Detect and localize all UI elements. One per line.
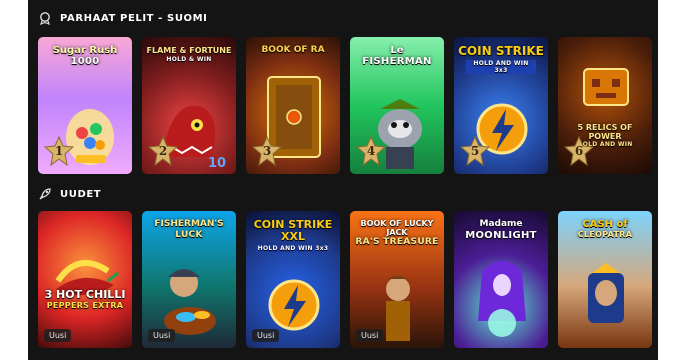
game-tile-book-of-ra[interactable]: BOOK OF RA 3 [246, 37, 340, 174]
game-title: FISHERMAN'S LUCK [154, 219, 224, 240]
game-title: Madame MOONLIGHT [465, 219, 537, 241]
trophy-icon [38, 11, 52, 25]
game-tile-sugar-rush[interactable]: Sugar Rush 1000 1 [38, 37, 132, 174]
game-tile-flame-fortune[interactable]: 10 FLAME & FORTUNE HOLD & WIN 2 [142, 37, 236, 174]
game-tile-cash-of-cleopatra[interactable]: CASH of CLEOPATRA [558, 211, 652, 348]
rank-badge: 6 [564, 136, 594, 166]
game-title: 3 HOT CHILLI PEPPERS EXTRA [44, 288, 126, 311]
game-tile-5-relics[interactable]: 5 RELICS OF POWER HOLD AND WIN 6 [558, 37, 652, 174]
new-badge: Uusi [252, 329, 280, 342]
game-tile-le-fisherman[interactable]: Le FISHERMAN 4 [350, 37, 444, 174]
game-title: Sugar Rush 1000 [52, 45, 118, 67]
rank-badge: 5 [460, 136, 490, 166]
game-title: BOOK OF LUCKY JACK RA'S TREASURE [355, 219, 439, 247]
section-title-top: PARHAAT PELIT - SUOMI [60, 12, 208, 24]
svg-text:10: 10 [208, 156, 226, 171]
rank-badge: 3 [252, 136, 282, 166]
game-title: COIN STRIKE HOLD AND WIN 3x3 [458, 44, 544, 74]
game-title: FLAME & FORTUNE HOLD & WIN [146, 46, 232, 63]
section-header-top: PARHAAT PELIT - SUOMI [38, 11, 208, 25]
game-title: COIN STRIKE XXL HOLD AND WIN 3x3 [253, 218, 333, 252]
section-header-new: UUDET [38, 187, 101, 201]
game-tile-hot-chilli[interactable]: 3 HOT CHILLI PEPPERS EXTRA Uusi [38, 211, 132, 348]
new-badge: Uusi [356, 329, 384, 342]
game-tile-madame-moonlight[interactable]: Madame MOONLIGHT [454, 211, 548, 348]
game-tile-coin-strike-xxl[interactable]: COIN STRIKE XXL HOLD AND WIN 3x3 Uusi [246, 211, 340, 348]
new-games-row: 3 HOT CHILLI PEPPERS EXTRA Uusi FISHERMAN… [38, 211, 652, 348]
game-title: Le FISHERMAN [362, 45, 432, 67]
section-title-new: UUDET [60, 188, 102, 200]
game-title: BOOK OF RA [261, 45, 325, 55]
top-games-row: Sugar Rush 1000 1 10 FLAME & FORTUNE HOLD … [38, 37, 652, 174]
game-tile-fishermans-luck[interactable]: FISHERMAN'S LUCK Uusi [142, 211, 236, 348]
game-title: CASH of CLEOPATRA [577, 219, 633, 239]
new-badge: Uusi [44, 329, 72, 342]
game-tile-lucky-jack[interactable]: BOOK OF LUCKY JACK RA'S TREASURE Uusi [350, 211, 444, 348]
game-tile-coin-strike[interactable]: COIN STRIKE HOLD AND WIN 3x3 5 [454, 37, 548, 174]
games-panel: PARHAAT PELIT - SUOMI Sugar Rush 1000 1 1… [28, 0, 658, 360]
rank-badge: 2 [148, 136, 178, 166]
rocket-icon [38, 187, 52, 201]
new-badge: Uusi [148, 329, 176, 342]
rank-badge: 1 [44, 136, 74, 166]
rank-badge: 4 [356, 136, 386, 166]
